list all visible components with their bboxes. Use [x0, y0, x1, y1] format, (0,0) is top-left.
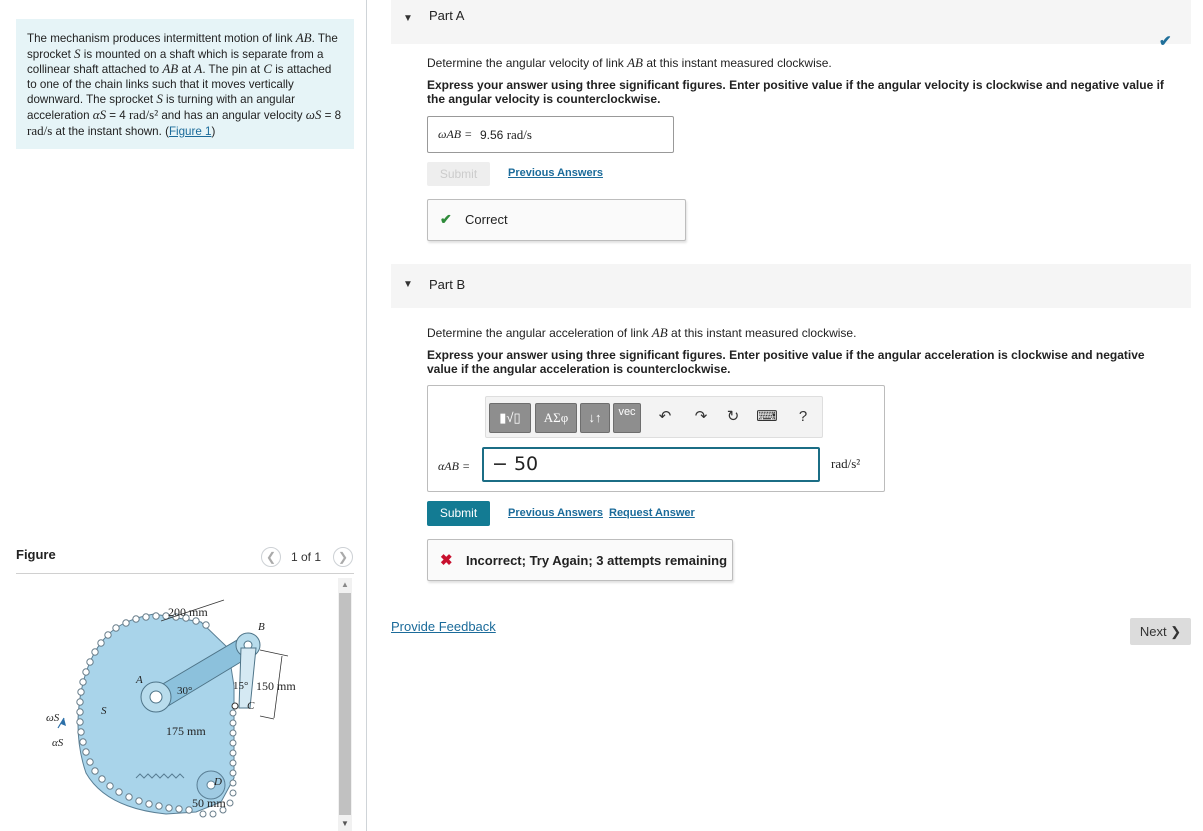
problem-text: ): [211, 124, 216, 138]
problem-text: and has an angular velocity: [158, 108, 306, 122]
figure-link[interactable]: Figure 1: [169, 125, 212, 138]
figure-image: 200 mm B A 30° 15° 150 mm C S ωS αS 175 …: [16, 578, 336, 831]
math-unit: rad/s²: [128, 106, 159, 122]
label-175mm: 175 mm: [166, 724, 206, 738]
reset-icon[interactable]: ↻: [722, 406, 744, 428]
label-50mm: 50 mm: [192, 796, 226, 810]
undo-icon[interactable]: ↶: [654, 406, 676, 428]
chevron-left-icon: ❮: [265, 550, 277, 564]
scroll-up-arrow-icon[interactable]: ▲: [338, 578, 352, 592]
problem-text: . The pin at: [202, 63, 264, 77]
caret-down-icon: ▼: [403, 279, 413, 290]
figure-counter: 1 of 1: [291, 550, 322, 564]
pane-divider: [366, 0, 367, 831]
part-a-question: Determine the angular velocity of link A…: [427, 55, 832, 70]
math-unit: rad/s: [27, 122, 53, 138]
provide-feedback-link[interactable]: Provide Feedback: [391, 619, 496, 634]
part-b-answer-unit: rad/s²: [831, 456, 861, 471]
math-toolbar: ▮√▯ ΑΣφ ↓↑ vec ↶ ↷ ↻ ⌨ ?: [485, 396, 823, 438]
next-button[interactable]: Next ❯: [1130, 618, 1191, 645]
mechanism-diagram: 200 mm B A 30° 15° 150 mm C S ωS αS 175 …: [46, 599, 296, 818]
svg-text:D: D: [213, 776, 222, 788]
part-b-label: Part B: [429, 277, 466, 292]
svg-text:αS: αS: [52, 737, 64, 749]
svg-text:ωS: ωS: [46, 712, 60, 724]
part-a-label: Part A: [429, 8, 465, 23]
left-pane: The mechanism produces intermittent moti…: [0, 0, 366, 831]
previous-figure-button[interactable]: ❮: [261, 547, 281, 567]
math-ab: AB: [162, 61, 179, 77]
part-a-complete-check-icon: ✔: [1159, 33, 1172, 50]
part-a-result: Correct: [465, 212, 508, 227]
help-icon[interactable]: ?: [792, 406, 814, 428]
part-a-answer: ωAB = 9.56 rad/s: [427, 116, 674, 153]
svg-text:15°: 15°: [233, 680, 248, 692]
problem-text: at the instant shown. (: [52, 124, 169, 138]
part-b-answer-editor: ▮√▯ ΑΣφ ↓↑ vec ↶ ↷ ↻ ⌨ ? αAB = − 50 rad/…: [427, 385, 885, 492]
figure-scrollbar[interactable]: ▲ ▼: [338, 578, 352, 831]
keyboard-icon[interactable]: ⌨: [756, 406, 778, 428]
next-figure-button[interactable]: ❯: [333, 547, 353, 567]
label-200mm: 200 mm: [168, 605, 208, 619]
part-b-request-answer-link[interactable]: Request Answer: [609, 507, 695, 519]
svg-text:B: B: [258, 621, 265, 633]
checkmark-icon: ✔: [440, 211, 452, 227]
part-b-feedback: ✖ Incorrect; Try Again; 3 attempts remai…: [427, 539, 733, 581]
vector-button[interactable]: vec: [613, 403, 641, 433]
pin-c: [231, 702, 239, 710]
svg-text:A: A: [135, 674, 143, 686]
math-c: C: [263, 61, 272, 77]
part-b-answer-lhs: αAB =: [438, 459, 471, 473]
scroll-thumb[interactable]: [339, 593, 351, 815]
part-b-instructions: Express your answer using three signific…: [427, 348, 1145, 376]
problem-text: = 8: [321, 108, 342, 122]
problem-text: at: [178, 63, 195, 77]
redo-icon[interactable]: ↷: [690, 406, 712, 428]
part-b-result: Incorrect; Try Again; 3 attempts remaini…: [466, 553, 728, 568]
svg-text:S: S: [101, 705, 107, 717]
math-omega-s: ωS: [305, 106, 322, 122]
part-a-answer-lhs: ωAB =: [438, 127, 473, 141]
part-a-feedback: ✔ Correct: [427, 199, 686, 241]
part-a-header[interactable]: ▼ Part A: [391, 0, 1191, 44]
label-150mm: 150 mm: [256, 679, 296, 693]
problem-statement: The mechanism produces intermittent moti…: [16, 19, 354, 149]
subscript-superscript-button[interactable]: ↓↑: [580, 403, 610, 433]
figure-title: Figure: [16, 547, 56, 562]
part-b-question: Determine the angular acceleration of li…: [427, 325, 857, 340]
cross-icon: ✖: [440, 552, 453, 569]
chevron-right-icon: ❯: [337, 550, 349, 564]
problem-text: = 4: [106, 108, 129, 122]
part-a-instructions: Express your answer using three signific…: [427, 78, 1164, 106]
part-a-previous-answers-link[interactable]: Previous Answers: [508, 167, 603, 179]
part-b-previous-answers-link[interactable]: Previous Answers: [508, 507, 603, 519]
part-b-answer-input[interactable]: − 50: [482, 447, 820, 482]
svg-text:C: C: [247, 700, 255, 712]
templates-button[interactable]: ▮√▯: [489, 403, 531, 433]
figure-header: Figure ❮ 1 of 1 ❯: [16, 540, 354, 574]
part-a-submit-button[interactable]: Submit: [427, 162, 490, 186]
svg-text:30°: 30°: [177, 685, 192, 697]
part-a-answer-value: 9.56 rad/s: [480, 127, 532, 142]
part-b-submit-button[interactable]: Submit: [427, 501, 490, 526]
greek-symbols-button[interactable]: ΑΣφ: [535, 403, 577, 433]
math-ab: AB: [295, 30, 312, 45]
part-b-header[interactable]: ▼ Part B: [391, 264, 1191, 308]
problem-text: The mechanism produces intermittent moti…: [27, 32, 296, 45]
scroll-down-arrow-icon[interactable]: ▼: [338, 817, 352, 831]
caret-down-icon: ▼: [403, 13, 413, 24]
math-alpha-s: αS: [92, 106, 107, 122]
